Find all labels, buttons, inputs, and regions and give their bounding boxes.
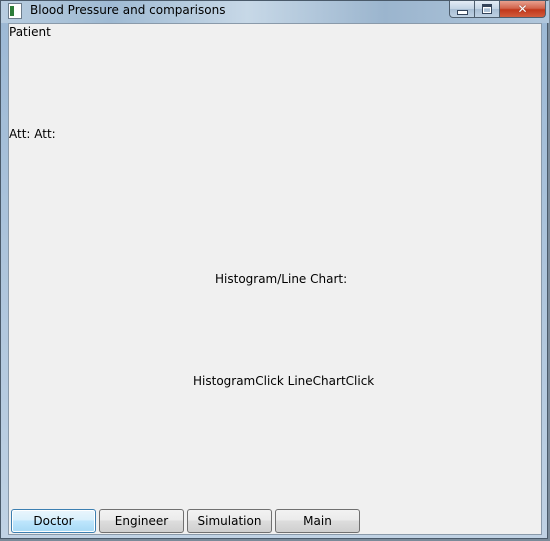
window-title: Blood Pressure and comparisons (30, 3, 226, 17)
close-icon: ✕ (517, 2, 528, 16)
engineer-button[interactable]: Engineer (99, 509, 184, 533)
client-area: Patient Att: Att: Histogram/Line Chart: … (8, 23, 542, 535)
maximize-button[interactable] (475, 1, 500, 18)
app-window-icon[interactable] (8, 3, 22, 19)
doctor-button[interactable]: Doctor (11, 509, 96, 533)
caption-buttons: ✕ (449, 1, 546, 19)
minimize-button[interactable] (449, 1, 475, 18)
chart-type-label: Histogram/Line Chart: (215, 272, 348, 286)
title-bar[interactable]: Blood Pressure and comparisons ✕ (1, 1, 549, 23)
main-button[interactable]: Main (275, 509, 360, 533)
simulation-button[interactable]: Simulation (187, 509, 272, 533)
maximize-icon (482, 4, 492, 14)
minimize-icon (456, 9, 468, 15)
patient-label: Patient (9, 25, 51, 39)
att-label: Att: Att: (9, 127, 56, 141)
close-button[interactable]: ✕ (500, 1, 546, 18)
bottom-button-bar: Doctor Engineer Simulation Main (11, 509, 360, 533)
app-window: Blood Pressure and comparisons ✕ Patient… (0, 0, 549, 539)
chart-click-label: HistogramClick LineChartClick (193, 374, 375, 388)
